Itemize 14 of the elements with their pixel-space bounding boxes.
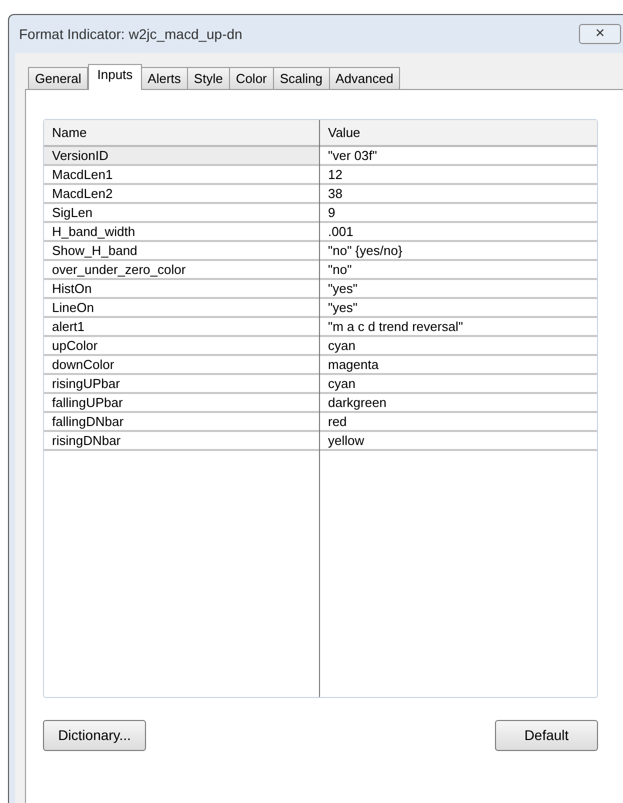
column-header[interactable]: Value [320, 120, 597, 147]
window-title: Format Indicator: w2jc_macd_up-dn [19, 24, 242, 44]
tab[interactable]: Advanced [328, 67, 400, 89]
tab[interactable]: Color [228, 67, 274, 89]
default-button[interactable]: Default [495, 720, 598, 751]
dictionary-button[interactable]: Dictionary... [43, 720, 146, 751]
table-cell[interactable]: VersionID [44, 147, 319, 166]
tab[interactable]: Style [186, 67, 230, 89]
close-button[interactable]: × [579, 24, 621, 44]
tab[interactable]: Inputs [88, 64, 142, 90]
tab[interactable]: General [28, 67, 88, 89]
column-header[interactable]: Name [44, 120, 319, 147]
tab[interactable]: Scaling [272, 67, 330, 89]
tab[interactable]: Alerts [140, 67, 188, 89]
